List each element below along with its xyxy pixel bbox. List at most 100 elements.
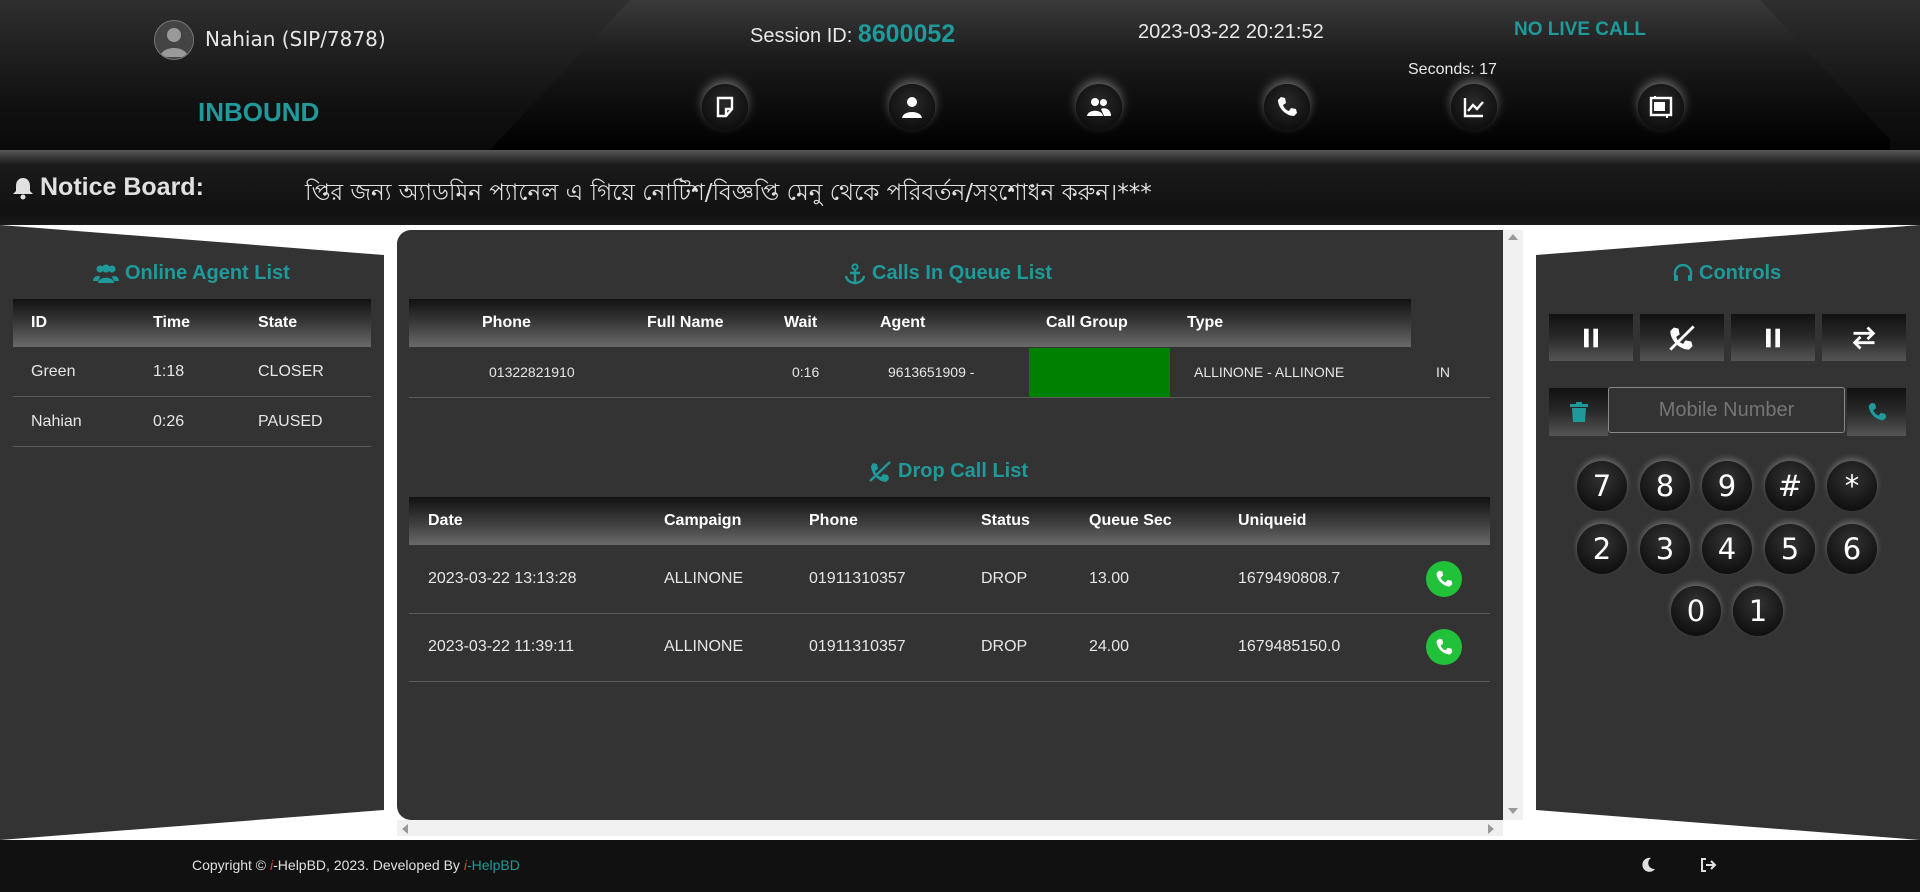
drop-uniqueid: 1679485150.0	[1238, 613, 1418, 682]
queue-call-group	[1029, 348, 1170, 397]
table-row[interactable]: 01322821910 0:16 9613651909 - ALLINONE -…	[409, 348, 1490, 397]
column-header: Call Group	[1046, 314, 1128, 331]
gallery-icon[interactable]	[1638, 84, 1684, 130]
agent-id: Green	[13, 347, 153, 397]
dial-key-3[interactable]: 3	[1640, 524, 1690, 574]
drop-queue-sec: 13.00	[1089, 545, 1238, 614]
dial-key-9[interactable]: 9	[1702, 461, 1752, 511]
online-agent-title: Online Agent List	[93, 262, 290, 285]
session-id-value: 8600052	[857, 20, 956, 48]
developer-link[interactable]: -HelpBD	[467, 857, 520, 873]
queue-title: Calls In Queue List	[844, 262, 1052, 285]
copyright-brand: -HelpBD, 2023. Developed By	[273, 857, 460, 873]
transfer-button[interactable]	[1822, 314, 1906, 361]
table-row[interactable]: Nahian 0:26 PAUSED	[13, 396, 371, 447]
chart-icon[interactable]	[1451, 84, 1497, 130]
drop-date: 2023-03-22 13:13:28	[409, 545, 664, 614]
column-header-spacer	[409, 299, 482, 347]
drop-queue-sec: 24.00	[1089, 613, 1238, 682]
column-header: Campaign	[664, 512, 742, 529]
callback-phone-icon[interactable]	[1426, 629, 1462, 665]
column-header: Type	[1187, 314, 1224, 331]
callback-cell	[1418, 545, 1490, 614]
pause-icon	[1584, 328, 1598, 347]
hold-icon	[1766, 328, 1780, 347]
dial-key-2[interactable]: 2	[1577, 524, 1627, 574]
trash-icon	[1569, 402, 1588, 422]
drop-status: DROP	[981, 545, 1089, 614]
drop-campaign: ALLINONE	[664, 545, 809, 614]
hold-button[interactable]	[1731, 314, 1815, 361]
dial-key-5[interactable]: 5	[1765, 524, 1815, 574]
dial-key-star[interactable]: *	[1827, 461, 1877, 511]
column-header: Wait	[784, 314, 818, 331]
table-header-row: ID Time State	[13, 299, 371, 347]
dark-mode-toggle[interactable]	[1640, 857, 1656, 878]
dial-key-hash[interactable]: #	[1765, 461, 1815, 511]
phone-slash-icon	[869, 460, 891, 482]
horizontal-scrollbar[interactable]	[397, 820, 1503, 836]
column-header: Phone	[809, 512, 858, 529]
users-icon[interactable]	[1076, 84, 1122, 130]
queue-wait: 0:16	[792, 364, 820, 380]
copyright-label: Copyright ©	[192, 857, 267, 873]
logout-icon	[1701, 858, 1717, 872]
drop-status: DROP	[981, 613, 1089, 682]
drop-call-title-label: Drop Call List	[898, 460, 1029, 482]
table-row[interactable]: 2023-03-22 11:39:11 ALLINONE 01911310357…	[409, 613, 1490, 682]
seconds-counter: Seconds: 17	[1408, 61, 1497, 78]
column-header-action	[1418, 497, 1490, 545]
vertical-scrollbar[interactable]	[1503, 230, 1523, 820]
dial-key-7[interactable]: 7	[1577, 461, 1627, 511]
logout-button[interactable]	[1700, 857, 1717, 878]
drop-uniqueid: 1679490808.7	[1238, 545, 1418, 614]
column-header: Date	[428, 512, 463, 529]
table-row[interactable]: 2023-03-22 13:13:28 ALLINONE 01911310357…	[409, 545, 1490, 614]
agent-time: 1:18	[153, 347, 258, 397]
queue-agent: 9613651909 -	[888, 364, 975, 380]
agent-state: PAUSED	[258, 396, 371, 447]
drop-call-table: Date Campaign Phone Status Queue Sec Uni…	[409, 497, 1490, 682]
dial-key-4[interactable]: 4	[1702, 524, 1752, 574]
agent-time: 0:26	[153, 396, 258, 447]
controls-title: Controls	[1673, 262, 1781, 285]
agent-state: CLOSER	[258, 347, 371, 397]
pause-button[interactable]	[1549, 314, 1633, 361]
session-id-display: Session ID: 8600052	[750, 20, 955, 49]
notes-icon[interactable]	[702, 84, 748, 130]
table-row[interactable]: Green 1:18 CLOSER	[13, 347, 371, 397]
table-header-row: Date Campaign Phone Status Queue Sec Uni…	[409, 497, 1490, 545]
drop-phone: 01911310357	[809, 613, 981, 682]
clear-number-button[interactable]	[1549, 388, 1608, 436]
queue-type: ALLINONE - ALLINONE	[1194, 364, 1345, 380]
phone-icon[interactable]	[1264, 84, 1310, 130]
drop-phone: 01911310357	[809, 545, 981, 614]
dial-key-6[interactable]: 6	[1827, 524, 1877, 574]
dial-key-1[interactable]: 1	[1733, 586, 1783, 636]
mobile-number-input[interactable]	[1608, 387, 1845, 433]
user-icon[interactable]	[889, 84, 935, 130]
hangup-button[interactable]	[1640, 314, 1724, 361]
transfer-icon	[1852, 326, 1876, 349]
column-header: Agent	[880, 314, 926, 331]
session-label: Session ID:	[750, 25, 853, 47]
copyright-text: Copyright © i-HelpBD, 2023. Developed By…	[192, 857, 520, 873]
callback-phone-icon[interactable]	[1426, 560, 1462, 597]
controls-title-label: Controls	[1699, 262, 1782, 284]
call-mode-label: INBOUND	[198, 97, 320, 127]
users-icon	[93, 264, 119, 283]
live-call-status: NO LIVE CALL	[1514, 19, 1646, 40]
online-agent-title-label: Online Agent List	[125, 262, 290, 284]
dial-button[interactable]	[1847, 388, 1906, 436]
queue-table: Phone Full Name Wait Agent Call Group Ty…	[409, 299, 1411, 347]
dial-key-8[interactable]: 8	[1640, 461, 1690, 511]
queue-phone: 01322821910	[489, 364, 575, 380]
online-agent-table: ID Time State Green 1:18 CLOSER Nahian 0…	[13, 299, 371, 447]
notice-board-title: Notice Board:	[12, 173, 204, 202]
dial-key-0[interactable]: 0	[1671, 586, 1721, 636]
column-header: ID	[31, 314, 47, 331]
table-header-row: Phone Full Name Wait Agent Call Group Ty…	[409, 299, 1411, 347]
queue-row-divider	[409, 397, 1490, 398]
avatar	[154, 20, 194, 60]
notice-title-label: Notice Board:	[40, 173, 204, 201]
